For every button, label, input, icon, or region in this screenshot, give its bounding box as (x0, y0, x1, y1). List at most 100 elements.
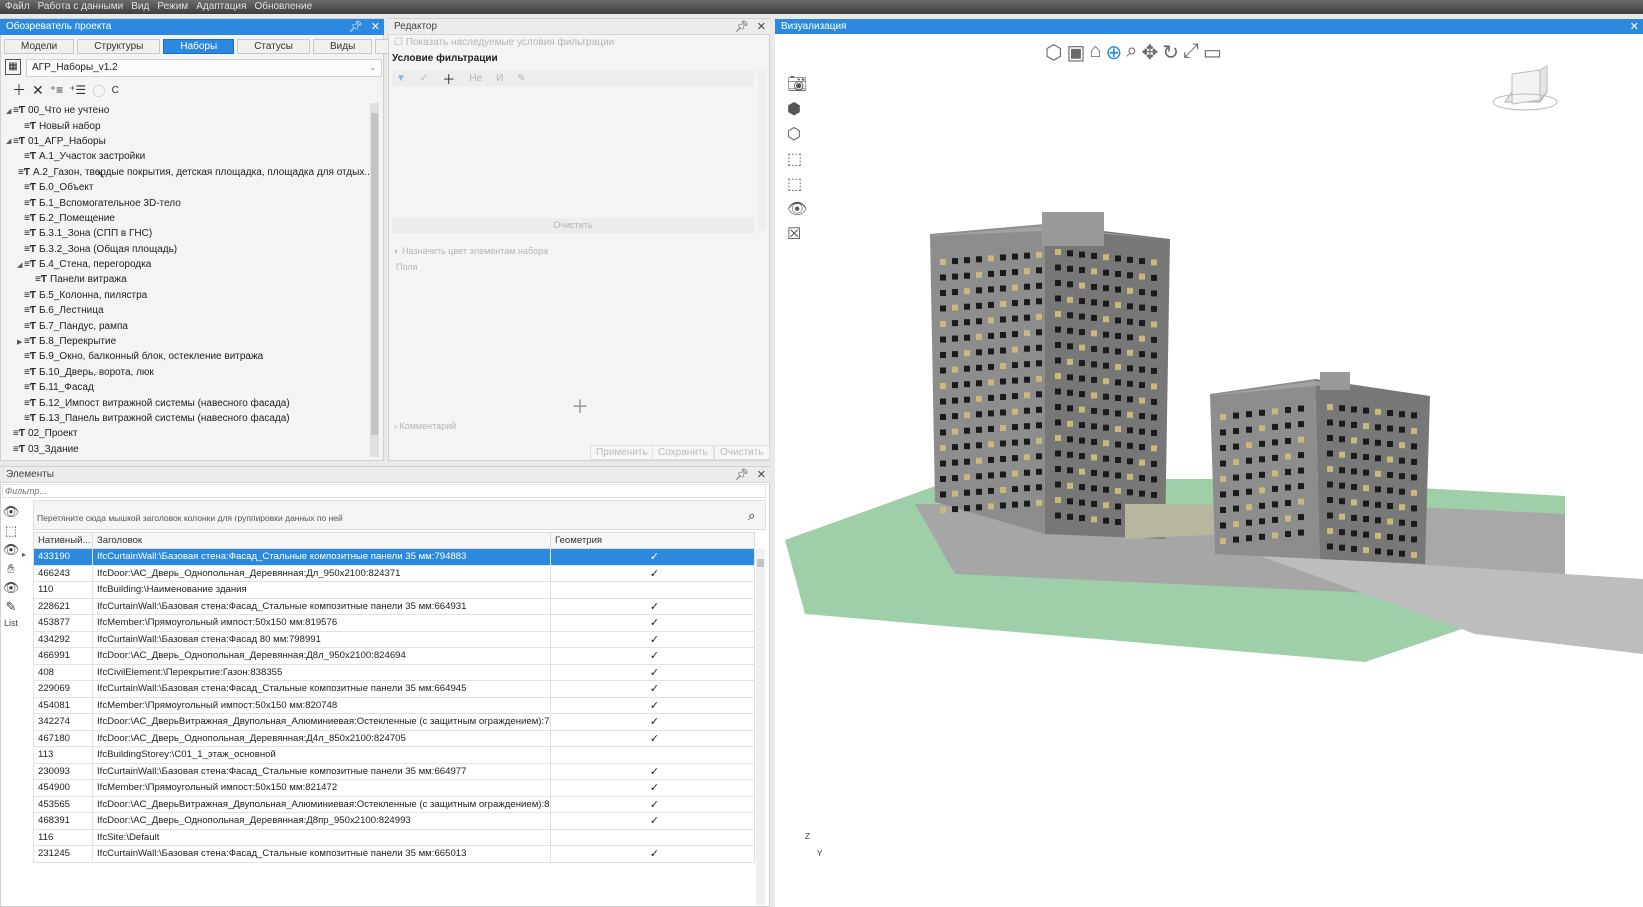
table-row[interactable]: 454081 IfcMember:\Прямоугольный импост:50… (33, 696, 755, 714)
hand-icon[interactable]: ✋︎ (7, 561, 14, 577)
column-header-native[interactable]: Нативный... (33, 532, 93, 549)
table-row[interactable]: 116 IfcSite:\Default (33, 828, 755, 846)
edit-icon[interactable]: ✎ (517, 73, 525, 84)
tree-node[interactable]: ≡Ƭ Новый набор (6, 118, 366, 133)
tab-2[interactable]: Наборы (163, 39, 235, 54)
table-row[interactable]: 453565 IfcDoor:\АС_ДверьВитражная_Двуполь… (33, 795, 755, 813)
expand-icon[interactable]: ◢ (6, 137, 12, 145)
menu-item[interactable]: Вид (131, 0, 149, 14)
pin-icon[interactable]: 📌︎ (349, 19, 363, 35)
sets-icon[interactable]: ▦ (5, 59, 21, 75)
clear-button[interactable]: Очистить (714, 445, 770, 460)
tree-node[interactable]: ▶ ≡Ƭ Б.8_Перекрытие (6, 334, 366, 349)
toolbar-c-label[interactable]: С (112, 85, 119, 96)
close-icon[interactable]: ✕ (757, 19, 766, 35)
table-row[interactable]: 228621 IfcCurtainWall:\Базовая стена:Фаса… (33, 597, 755, 615)
table-row[interactable]: 433190 IfcCurtainWall:\Базовая стена:Фаса… (33, 548, 755, 566)
show-inherited-checkbox[interactable]: ☐ Показать наследуемые условия фильтраци… (394, 37, 614, 48)
menu-item[interactable]: Работа с данными (38, 0, 124, 14)
table-row[interactable]: 466991 IfcDoor:\АС_Дверь_Однопольная_Дере… (33, 647, 755, 665)
apply-button[interactable]: Применить (590, 445, 654, 460)
list-label[interactable]: List (4, 618, 18, 628)
pencil-icon[interactable]: ✎ (6, 599, 17, 615)
table-row[interactable]: 231245 IfcCurtainWall:\Базовая стена:Фаса… (33, 845, 755, 863)
tree-scrollbar[interactable] (370, 103, 379, 457)
row-expander-icon[interactable]: ▸ (22, 550, 26, 559)
tab-1[interactable]: Структуры (77, 39, 161, 54)
tree-node[interactable]: ◢ ≡Ƭ 01_АГР_Наборы (6, 134, 366, 149)
table-row[interactable]: 342274 IfcDoor:\АС_ДверьВитражная_Двуполь… (33, 713, 755, 731)
table-row[interactable]: 229069 IfcCurtainWall:\Базовая стена:Фаса… (33, 680, 755, 698)
close-icon[interactable]: ✕ (1630, 19, 1639, 35)
tree-node[interactable]: ≡Ƭ Б.7_Пандус, рампа (6, 318, 366, 333)
tab-0[interactable]: Модели (4, 39, 75, 54)
pin-icon[interactable]: 📌︎ (735, 467, 749, 483)
not-button[interactable]: Не (469, 73, 482, 84)
comment-expander[interactable]: › Комментарий (394, 421, 456, 431)
tree-node[interactable]: ◢ ≡Ƭ 00_Что не учтено (6, 103, 366, 118)
tree-node[interactable]: ≡Ƭ Б.0_Объект (6, 180, 366, 195)
table-row[interactable]: 454900 IfcMember:\Прямоугольный импост:50… (33, 779, 755, 797)
table-row[interactable]: 110 IfcBuilding:\Наименование здания (33, 581, 755, 599)
add-child-icon[interactable]: ⁺≡ (50, 83, 63, 97)
menu-item[interactable]: Адаптация (196, 0, 246, 14)
table-row[interactable]: 466243 IfcDoor:\АС_Дверь_Однопольная_Дере… (33, 564, 755, 582)
tree-node[interactable]: ≡Ƭ Б.10_Дверь, ворота, люк (6, 365, 366, 380)
assign-color-checkbox[interactable]: ◐ Назначить цвет элементам набора (394, 246, 548, 256)
tree-node[interactable]: ≡Ƭ Б.1_Вспомогательное 3D-тело (6, 195, 366, 210)
eye-icon[interactable]: 👁︎ (3, 504, 20, 520)
tree-node[interactable]: ≡Ƭ Б.9_Окно, балконный блок, остекление в… (6, 349, 366, 364)
tree-node[interactable]: ≡Ƭ Б.6_Лестница (6, 303, 366, 318)
tree-node[interactable]: ≡Ƭ Б.3.2_Зона (Общая площадь) (6, 242, 366, 257)
table-row[interactable]: 113 IfcBuildingStorey:\С01_1_этаж_основно… (33, 746, 755, 764)
editor-scrollbar[interactable] (758, 70, 766, 230)
filter-icon[interactable]: ▼ (396, 73, 406, 84)
tree-node[interactable]: ≡Ƭ Б.2_Помещение (6, 211, 366, 226)
delete-icon[interactable]: ✕ (32, 82, 44, 99)
menu-item[interactable]: Режим (157, 0, 188, 14)
circle-icon[interactable]: ◯ (92, 83, 105, 97)
tree-node[interactable]: ≡Ƭ А.2_Газон, твердые покрытия, детская п… (6, 165, 373, 180)
table-row[interactable]: 408 IfcCivilElement:\Перекрытие:Газон:838… (33, 663, 755, 681)
search-icon[interactable]: ⌕ (748, 508, 755, 524)
table-row[interactable]: 453877 IfcMember:\Прямоугольный импост:50… (33, 614, 755, 632)
elements-filter-input[interactable] (2, 484, 766, 498)
tree-node[interactable]: ≡Ƭ Б.11_Фасад (6, 380, 366, 395)
table-row[interactable]: 230093 IfcCurtainWall:\Базовая стена:Фаса… (33, 762, 755, 780)
table-row[interactable]: 468391 IfcDoor:\АС_Дверь_Однопольная_Дере… (33, 812, 755, 830)
expand-icon[interactable]: ◢ (6, 107, 12, 115)
set-file-combo[interactable]: АГР_Наборы_v1.2 ⌄ (26, 59, 382, 77)
eye-select-icon[interactable]: 👁︎ (3, 542, 20, 558)
3d-viewport[interactable]: ⬡ ▣ ⌂ ⊕ ⌕ ✥ ↻ ⤢ ▭ 📷︎ ⬢ ⬡ ⬚ ⬚ 👁︎ ☒ Z Y (775, 34, 1643, 907)
save-button[interactable]: Сохранить (652, 445, 714, 460)
tree-node[interactable]: ≡Ƭ А.1_Участок застройки (6, 149, 366, 164)
tree-node[interactable]: ≡Ƭ Б.12_Импост витражной системы (навесно… (6, 395, 366, 410)
tree-node[interactable]: ≡Ƭ Панели витража (6, 272, 366, 287)
tab-3[interactable]: Статусы (237, 39, 310, 54)
expand-icon[interactable]: ▶ (17, 338, 23, 346)
menu-item[interactable]: Файл (5, 0, 30, 14)
table-row[interactable]: 434292 IfcCurtainWall:\Базовая стена:Фаса… (33, 630, 755, 648)
add-condition-icon[interactable]: ＋ (442, 69, 455, 88)
column-header-geometry[interactable]: Геометрия (550, 532, 755, 549)
elements-scrollbar[interactable] (756, 549, 765, 905)
close-icon[interactable]: ✕ (757, 467, 766, 483)
tree-node[interactable]: ≡Ƭ Б.5_Колонна, пилястра (6, 288, 366, 303)
column-header-title[interactable]: Заголовок (92, 532, 551, 549)
clear-filter-button[interactable]: Очистить (392, 218, 754, 233)
tree-node[interactable]: ≡Ƭ 03_Здание (6, 442, 366, 457)
check-icon[interactable]: ✓ (420, 73, 428, 84)
close-icon[interactable]: ✕ (371, 19, 380, 35)
tree-node[interactable]: ≡Ƭ 02_Проект (6, 426, 366, 441)
add-icon[interactable]: ＋ (12, 80, 26, 100)
tree-node[interactable]: ≡Ƭ Б.13_Панель витражной системы (навесно… (6, 411, 366, 426)
tree-node[interactable]: ◢ ≡Ƭ Б.4_Стена, перегородка (6, 257, 366, 272)
menu-item[interactable]: Обновление (254, 0, 312, 14)
indent-icon[interactable]: ⁺☰ (69, 83, 86, 97)
tab-4[interactable]: Виды (313, 39, 373, 54)
table-row[interactable]: 467180 IfcDoor:\АС_Дверь_Однопольная_Дере… (33, 729, 755, 747)
add-field-icon[interactable]: ＋ (571, 393, 589, 419)
expand-icon[interactable]: ◢ (17, 261, 23, 269)
tree-node[interactable]: ≡Ƭ Б.3.1_Зона (СПП в ГНС) (6, 226, 366, 241)
select-box-icon[interactable]: ⬚ (5, 523, 17, 539)
